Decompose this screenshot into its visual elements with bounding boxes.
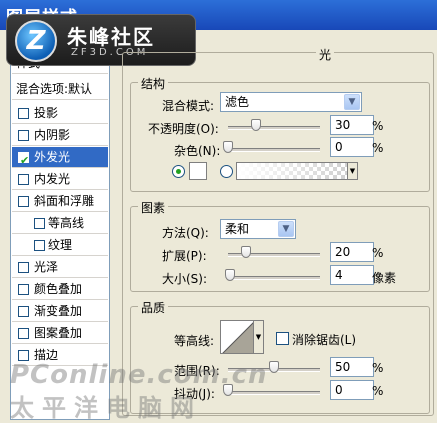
glow-color-swatch[interactable]	[189, 162, 207, 180]
style-item-label: 内阴影	[34, 128, 71, 142]
quality-title: 品质	[138, 299, 169, 316]
style-checkbox[interactable]	[18, 108, 29, 119]
style-item-label: 外发光	[34, 150, 71, 164]
logo-badge-icon: Z	[15, 20, 57, 62]
contour-picker[interactable]	[220, 320, 254, 354]
contour-curve-icon	[222, 322, 253, 353]
blending-options-item[interactable]: 混合选项:默认	[12, 79, 108, 100]
style-item-label: 颜色叠加	[34, 282, 83, 296]
style-checkbox[interactable]	[18, 306, 29, 317]
gradient-picker[interactable]: ▼	[236, 162, 358, 180]
style-item-label: 光泽	[34, 260, 59, 274]
style-checkbox[interactable]: ✔	[18, 152, 29, 167]
style-checkbox[interactable]	[18, 130, 29, 141]
style-item-label: 渐变叠加	[34, 304, 83, 318]
jitter-slider[interactable]	[228, 391, 320, 395]
noise-label: 杂色(N):	[174, 144, 221, 158]
radio-selected-dot	[176, 169, 181, 174]
blend-mode-select[interactable]: 滤色 ▼	[220, 92, 362, 112]
opacity-input[interactable]: 30	[330, 115, 374, 135]
style-item[interactable]: 图案叠加	[12, 323, 108, 344]
noise-input[interactable]: 0	[330, 137, 374, 157]
range-input[interactable]: 50	[330, 357, 374, 377]
jitter-input[interactable]: 0	[330, 380, 374, 400]
noise-slider[interactable]	[228, 148, 320, 152]
technique-value: 柔和	[225, 222, 250, 236]
outer-glow-title-visible: 光	[316, 46, 335, 63]
blending-options-label: 混合选项:默认	[16, 82, 93, 96]
style-checkbox[interactable]	[34, 218, 45, 229]
size-slider[interactable]	[228, 276, 320, 280]
blend-mode-value: 滤色	[225, 95, 250, 109]
chevron-down-icon: ▼	[278, 221, 294, 237]
blend-mode-label: 混合模式:	[162, 99, 215, 113]
check-icon: ✔	[20, 154, 30, 167]
style-item[interactable]: 内阴影	[12, 125, 108, 146]
opacity-label: 不透明度(O):	[148, 122, 219, 136]
gradient-radio[interactable]	[220, 165, 233, 178]
style-item[interactable]: 斜面和浮雕	[12, 191, 108, 212]
gradient-dropdown-arrow-icon[interactable]: ▼	[347, 163, 357, 179]
opacity-unit: %	[372, 119, 384, 133]
antialias-checkbox[interactable]	[276, 332, 289, 345]
spread-input[interactable]: 20	[330, 242, 374, 262]
size-unit: 像素	[372, 271, 397, 285]
opacity-slider[interactable]	[228, 126, 320, 130]
style-item-label: 内发光	[34, 172, 71, 186]
contour-dropdown-arrow-icon[interactable]: ▼	[254, 320, 264, 354]
elements-title: 图素	[138, 199, 169, 216]
style-item[interactable]: ✔ 外发光	[12, 147, 108, 168]
style-item-label: 投影	[34, 106, 59, 120]
style-item-label: 纹理	[48, 238, 73, 252]
style-item[interactable]: 纹理	[12, 235, 108, 256]
style-item-label: 斜面和浮雕	[34, 194, 95, 208]
noise-slider-thumb[interactable]	[223, 141, 233, 153]
structure-title: 结构	[138, 75, 169, 92]
chevron-down-icon: ▼	[344, 94, 360, 110]
solid-color-radio[interactable]	[172, 165, 185, 178]
range-unit: %	[372, 361, 384, 375]
spread-unit: %	[372, 246, 384, 260]
style-checkbox[interactable]	[18, 262, 29, 273]
style-item-label: 等高线	[48, 216, 85, 230]
style-checkbox[interactable]	[18, 196, 29, 207]
style-item-label: 图案叠加	[34, 326, 83, 340]
range-slider-thumb[interactable]	[269, 361, 279, 373]
style-item[interactable]: 渐变叠加	[12, 301, 108, 322]
technique-select[interactable]: 柔和 ▼	[220, 219, 296, 239]
style-item[interactable]: 等高线	[12, 213, 108, 234]
antialias-label: 消除锯齿(L)	[292, 333, 357, 347]
spread-label: 扩展(P):	[162, 249, 207, 263]
style-item[interactable]: 光泽	[12, 257, 108, 278]
size-label: 大小(S):	[162, 272, 208, 286]
opacity-slider-thumb[interactable]	[250, 119, 261, 131]
watermark-brand-cn: 太平洋电脑网	[10, 394, 202, 422]
style-item[interactable]: 投影	[12, 103, 108, 124]
style-checkbox[interactable]	[18, 284, 29, 295]
size-slider-thumb[interactable]	[224, 269, 235, 281]
watermark-brand: PConline.com.cn	[10, 360, 268, 390]
contour-label: 等高线:	[174, 334, 215, 348]
style-checkbox[interactable]	[18, 328, 29, 339]
style-item[interactable]: 内发光	[12, 169, 108, 190]
style-checkbox[interactable]	[34, 240, 45, 251]
noise-unit: %	[372, 141, 384, 155]
style-checkbox[interactable]	[18, 174, 29, 185]
jitter-unit: %	[372, 384, 384, 398]
gradient-fade	[237, 163, 357, 179]
style-item[interactable]: 颜色叠加	[12, 279, 108, 300]
technique-label: 方法(Q):	[162, 226, 209, 240]
size-input[interactable]: 4	[330, 265, 374, 285]
